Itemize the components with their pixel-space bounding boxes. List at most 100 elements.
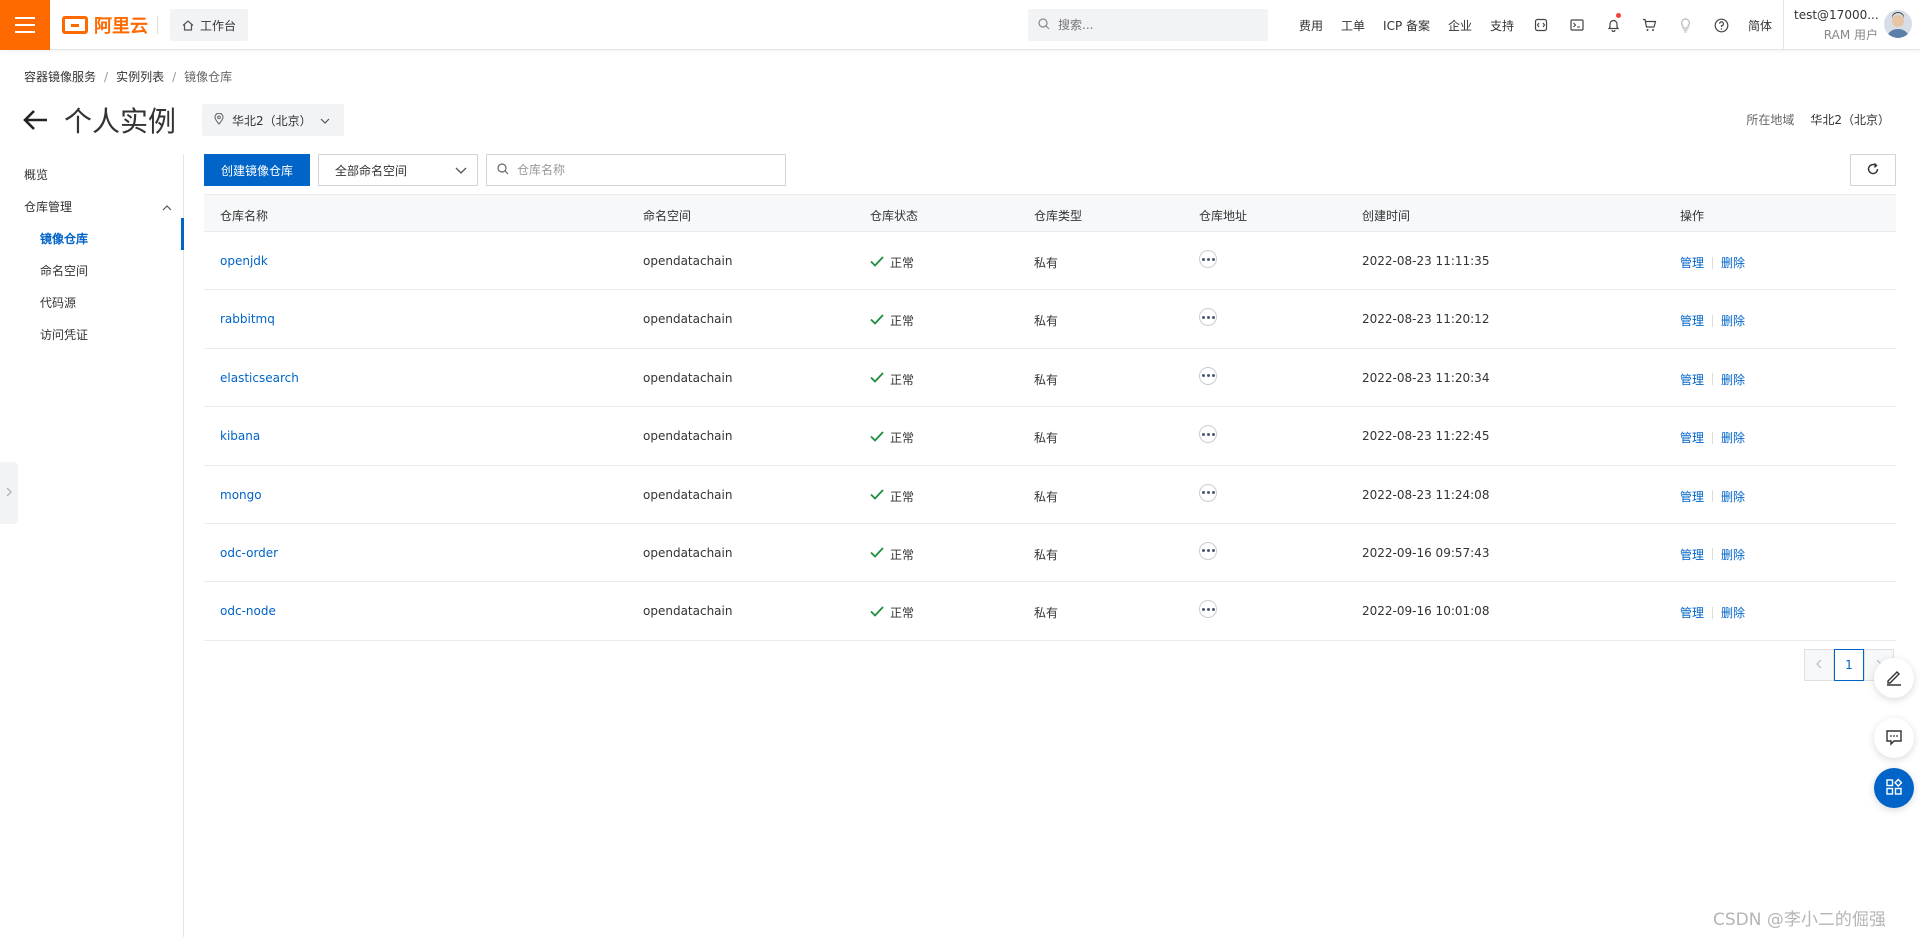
- repo-search-input[interactable]: [517, 163, 767, 177]
- repo-actions: 管理 删除: [1680, 371, 1745, 388]
- manage-link[interactable]: 管理: [1680, 429, 1704, 446]
- repo-name-link[interactable]: mongo: [220, 488, 262, 502]
- manage-link[interactable]: 管理: [1680, 312, 1704, 329]
- delete-link[interactable]: 删除: [1721, 546, 1745, 563]
- user-info[interactable]: test@17000... RAM 用户: [1794, 8, 1879, 43]
- apps-float-button[interactable]: [1874, 768, 1914, 808]
- repo-namespace: opendatachain: [643, 429, 733, 444]
- chat-icon: [1885, 728, 1903, 749]
- region-select[interactable]: 华北2（北京）: [202, 104, 344, 136]
- page-number-button[interactable]: 1: [1834, 649, 1864, 681]
- back-arrow-icon[interactable]: [22, 106, 50, 134]
- sidebar-item-image-repo[interactable]: 镜像仓库: [40, 230, 88, 247]
- sidebar-active-indicator: [181, 218, 184, 250]
- repo-type: 私有: [1034, 431, 1059, 446]
- repo-name-link[interactable]: rabbitmq: [220, 312, 275, 326]
- breadcrumb-separator: /: [172, 69, 177, 84]
- manage-link[interactable]: 管理: [1680, 604, 1704, 621]
- aliyun-logo[interactable]: 阿里云: [62, 13, 148, 37]
- prev-page-button[interactable]: [1804, 649, 1834, 681]
- lightbulb-icon[interactable]: [1667, 0, 1703, 50]
- nav-billing[interactable]: 费用: [1290, 17, 1332, 34]
- notification-dot: [1616, 13, 1622, 18]
- col-header-namespace: 命名空间: [643, 209, 692, 223]
- more-dots-icon[interactable]: [1199, 308, 1217, 327]
- more-dots-icon[interactable]: [1199, 425, 1217, 444]
- more-dots-icon[interactable]: [1199, 541, 1217, 560]
- nav-support[interactable]: 支持: [1481, 17, 1523, 34]
- repo-name-link[interactable]: openjdk: [220, 254, 268, 268]
- manage-link[interactable]: 管理: [1680, 546, 1704, 563]
- repo-name-link[interactable]: odc-order: [220, 546, 278, 560]
- terminal-icon[interactable]: [1559, 0, 1595, 50]
- hamburger-menu-icon[interactable]: [0, 0, 50, 50]
- delete-link[interactable]: 删除: [1721, 254, 1745, 271]
- repo-search[interactable]: [486, 154, 786, 186]
- delete-link[interactable]: 删除: [1721, 312, 1745, 329]
- refresh-button[interactable]: [1850, 154, 1896, 186]
- namespace-select[interactable]: 全部命名空间: [318, 154, 478, 186]
- breadcrumb: 容器镜像服务 / 实例列表 / 镜像仓库: [24, 68, 232, 85]
- repo-status: 正常: [870, 488, 914, 505]
- cart-icon[interactable]: [1631, 0, 1667, 50]
- sidebar-collapse-toggle[interactable]: [0, 462, 18, 524]
- language-switch[interactable]: 简体: [1739, 17, 1781, 34]
- repo-status-text: 正常: [890, 372, 915, 387]
- repo-status-text: 正常: [890, 314, 915, 329]
- more-dots-icon[interactable]: [1199, 600, 1217, 619]
- manage-link[interactable]: 管理: [1680, 371, 1704, 388]
- repo-created-time: 2022-08-23 11:20:34: [1362, 370, 1490, 385]
- aliyun-logo-icon: [62, 16, 88, 34]
- workbench-button[interactable]: 工作台: [170, 9, 249, 41]
- delete-link[interactable]: 删除: [1721, 371, 1745, 388]
- sidebar-item-code-source[interactable]: 代码源: [40, 294, 76, 311]
- workbench-label: 工作台: [200, 18, 237, 33]
- delete-link[interactable]: 删除: [1721, 604, 1745, 621]
- manage-link[interactable]: 管理: [1680, 254, 1704, 271]
- sidebar-item-access-credential[interactable]: 访问凭证: [40, 326, 88, 343]
- more-dots-icon[interactable]: [1199, 250, 1217, 268]
- more-dots-icon[interactable]: [1199, 483, 1217, 502]
- action-divider: [1712, 256, 1714, 269]
- code-icon[interactable]: [1523, 0, 1559, 50]
- chevron-up-icon[interactable]: [162, 200, 172, 214]
- check-icon: [870, 255, 884, 270]
- global-search-input[interactable]: [1058, 18, 1248, 32]
- repo-actions: 管理 删除: [1680, 429, 1745, 446]
- nav-icp[interactable]: ICP 备案: [1374, 17, 1439, 34]
- nav-enterprise[interactable]: 企业: [1439, 17, 1481, 34]
- repo-name-link[interactable]: kibana: [220, 429, 260, 443]
- delete-link[interactable]: 删除: [1721, 488, 1745, 505]
- repo-actions: 管理 删除: [1680, 312, 1745, 329]
- table-body: openjdk opendatachain 正常 私有 2022-08-23 1…: [204, 232, 1896, 641]
- global-search[interactable]: [1028, 9, 1268, 41]
- search-icon: [497, 162, 509, 178]
- repo-name-link[interactable]: elasticsearch: [220, 371, 299, 385]
- avatar[interactable]: [1884, 10, 1912, 38]
- action-divider: [1712, 314, 1714, 327]
- watermark: CSDN @李小二的倔强: [1713, 910, 1886, 930]
- repo-status: 正常: [870, 546, 914, 563]
- user-divider: [1783, 0, 1784, 50]
- check-icon: [870, 606, 884, 620]
- action-divider: [1712, 431, 1714, 444]
- create-repo-button[interactable]: 创建镜像仓库: [204, 154, 310, 186]
- breadcrumb-cr-service[interactable]: 容器镜像服务: [24, 68, 96, 85]
- chevron-left-icon: [1816, 658, 1822, 672]
- action-divider: [1712, 373, 1714, 386]
- region-info-value: 华北2（北京）: [1810, 113, 1890, 127]
- sidebar-item-overview[interactable]: 概览: [24, 166, 48, 183]
- edit-float-button[interactable]: [1874, 658, 1914, 698]
- sidebar-item-namespace[interactable]: 命名空间: [40, 262, 88, 279]
- manage-link[interactable]: 管理: [1680, 488, 1704, 505]
- repo-name-link[interactable]: odc-node: [220, 604, 276, 618]
- nav-tickets[interactable]: 工单: [1332, 17, 1374, 34]
- delete-link[interactable]: 删除: [1721, 429, 1745, 446]
- help-icon[interactable]: [1703, 0, 1739, 50]
- sidebar-group-repo-mgmt[interactable]: 仓库管理: [24, 198, 72, 215]
- breadcrumb-instance-list[interactable]: 实例列表: [116, 68, 164, 85]
- logo-divider: [157, 16, 158, 34]
- more-dots-icon[interactable]: [1199, 366, 1217, 385]
- bell-icon[interactable]: [1595, 0, 1631, 50]
- feedback-float-button[interactable]: [1874, 718, 1914, 758]
